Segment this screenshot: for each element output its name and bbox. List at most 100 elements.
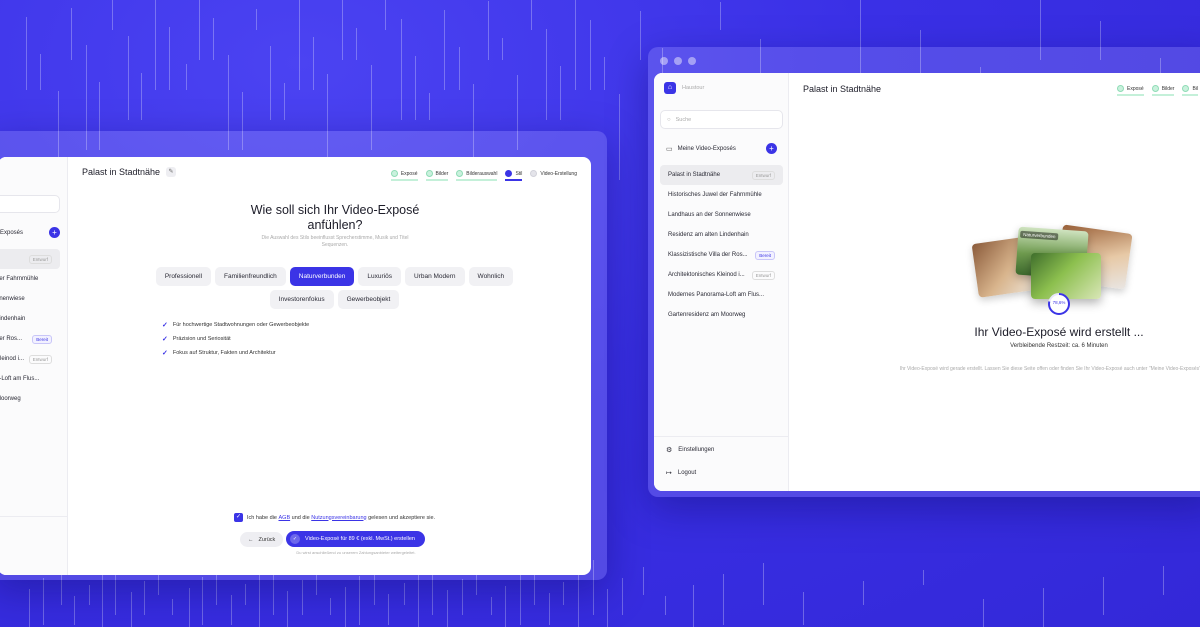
left-sidebar-divider [0, 516, 68, 517]
step-label: Video-Erstellung [540, 170, 577, 177]
style-chip[interactable]: Urban Modern [404, 267, 465, 286]
payment-footnote: Du wirst anschließend zu unserem Zahlung… [296, 550, 416, 555]
step-item[interactable]: Stil [505, 170, 523, 181]
arrow-left-icon: ← [248, 536, 254, 543]
remaining-time: Verbleibende Restzeit: ca. 6 Minuten [1010, 343, 1108, 349]
left-sidebar-item[interactable]: der Fahrnmühle [0, 269, 60, 289]
step-item[interactable]: Exposé [1117, 85, 1144, 96]
right-sidebar-item[interactable]: Palast in Stadtnähe Entwurf [660, 165, 783, 185]
back-button[interactable]: ← Zurück [240, 532, 284, 547]
status-badge: Entwurf [751, 270, 775, 280]
status-title: Ihr Video-Exposé wird erstellt ... [974, 325, 1144, 339]
right-search-input[interactable]: ○ Suche [660, 110, 783, 129]
right-page-title: Palast in Stadtnähe [803, 84, 882, 94]
consent-text-post: gelesen und akzeptiere sie. [368, 514, 436, 521]
terms-link[interactable]: Nutzungsvereinbarung [311, 515, 366, 521]
step-label: Exposé [400, 170, 418, 177]
right-sidebar-item[interactable]: Historisches Juwel der Fahrnmühle [660, 185, 783, 205]
style-chip[interactable]: Wohnlich [468, 267, 514, 286]
left-main: Palast in Stadtnähe ✎ Exposé Bilder Bilder… [68, 157, 591, 575]
right-app-window: ⌂ Haustour ○ Suche ▭ Meine Video-Exposés… [648, 47, 1200, 497]
right-add-expose-button[interactable]: + [766, 143, 777, 154]
left-sidebar-section: Exposés + [0, 227, 60, 238]
right-stepper: Exposé Bilder Bil [1109, 85, 1199, 96]
left-sidebar-item[interactable]: Moorweg [0, 389, 60, 409]
right-sidebar-item[interactable]: Modernes Panorama-Loft am Flus... [660, 285, 783, 305]
settings-label: Einstellungen [678, 447, 715, 453]
right-sidebar-item[interactable]: Residenz am alten Lindenhain [660, 225, 783, 245]
info-text: Ihr Video-Exposé wird gerade erstellt. L… [899, 366, 1200, 372]
right-main: Palast in Stadtnähe Exposé Bilder Bil Natu… [789, 73, 1200, 491]
feature-text: Fokus auf Struktur, Fakten und Architekt… [172, 350, 276, 356]
window-minimize-dot[interactable] [674, 57, 682, 65]
feature-item: ✓ Fokus auf Struktur, Fakten und Architek… [162, 349, 309, 357]
step-item[interactable]: Video-Erstellung [530, 170, 577, 181]
step-item[interactable]: Bilder [1151, 85, 1175, 96]
step-check-icon [1151, 85, 1159, 92]
settings-item[interactable]: ⚙ Einstellungen [666, 446, 714, 454]
step-check-icon [390, 170, 398, 177]
feature-list: ✓ Für hochwertige Stadtwohnungen oder Gew… [162, 321, 309, 363]
logout-icon: ↦ [666, 470, 672, 477]
window-maximize-dot[interactable] [688, 57, 696, 65]
left-app-window: Exposés + Entwurf der Fahrnmühle nnenwiese… [0, 131, 607, 580]
edit-icon[interactable]: ✎ [166, 167, 177, 177]
question-title: Wie soll sich Ihr Video-Exposé anfühlen? [250, 203, 420, 232]
left-sidebar-item[interactable]: Entwurf [0, 249, 60, 269]
step-item[interactable]: Exposé [390, 170, 418, 181]
right-app-screen: ⌂ Haustour ○ Suche ▭ Meine Video-Exposés… [654, 73, 1200, 491]
step-item[interactable]: Bilderauswahl [456, 170, 498, 181]
style-chip[interactable]: Gewerbeobjekt [337, 290, 400, 309]
left-sidebar-item-label: der Ros... [0, 336, 23, 342]
right-sidebar-item[interactable]: Architektonisches Kleinod i... Entwurf [660, 265, 783, 285]
left-sidebar-item[interactable]: der Ros... Bereit [0, 329, 60, 349]
agb-link[interactable]: AGB [279, 515, 291, 521]
left-sidebar-item-label: Kleinod i... [0, 356, 25, 362]
right-sidebar-item-label: Modernes Panorama-Loft am Flus... [668, 292, 765, 298]
style-chip[interactable]: Investorenfokus [269, 290, 334, 309]
card-style-label: Naturverbunden [1019, 230, 1059, 241]
search-placeholder: Suche [675, 116, 692, 123]
step-item[interactable]: Bilder [425, 170, 449, 181]
back-button-label: Zurück [258, 536, 276, 543]
style-chip[interactable]: Familienfreundlich [215, 267, 286, 286]
left-sidebar-item[interactable]: nnenwiese [0, 289, 60, 309]
right-sidebar-item-label: Gartenresidenz am Moorweg [668, 312, 746, 318]
step-check-icon [505, 170, 513, 177]
left-sidebar-item-label: a-Loft am Flus... [0, 376, 40, 382]
consent-text-pre: Ich habe die [247, 514, 277, 521]
window-close-dot[interactable] [660, 57, 668, 65]
brand: ⌂ Haustour [664, 82, 704, 94]
house-logo-icon: ⌂ [664, 82, 676, 94]
style-chip[interactable]: Luxuriös [358, 267, 401, 286]
right-sidebar-item-label: Klassizistische Villa der Ros... [668, 252, 748, 258]
left-stepper: Exposé Bilder Bilderauswahl Stil Video-Erste… [383, 170, 577, 181]
left-sidebar-item[interactable]: Lindenhain [0, 309, 60, 329]
right-sidebar-item-label: Palast in Stadtnähe [668, 172, 721, 178]
right-sidebar-item-label: Landhaus an der Sonnenwiese [668, 212, 751, 218]
progress-percent: 78,6% [1052, 300, 1066, 305]
right-sidebar-item[interactable]: Gartenresidenz am Moorweg [660, 305, 783, 325]
left-add-expose-button[interactable]: + [49, 227, 60, 238]
create-video-button[interactable]: ✓ Video-Exposé für 89 € (exkl. MwSt.) er… [286, 531, 425, 547]
left-sidebar-item[interactable]: a-Loft am Flus... [0, 369, 60, 389]
right-sidebar-item[interactable]: Landhaus an der Sonnenwiese [660, 205, 783, 225]
left-search-input[interactable] [0, 195, 60, 213]
style-chip[interactable]: Naturverbunden [289, 267, 355, 286]
question-subtitle: Die Auswahl des Stils beeinflusst Sprech… [261, 235, 409, 248]
right-sidebar-list: Palast in Stadtnähe Entwurf Historisches J… [660, 165, 783, 325]
left-sidebar-item[interactable]: Kleinod i...Entwurf [0, 349, 60, 369]
style-chips-row-2: Investorenfokus Gewerbeobjekt [68, 288, 591, 309]
style-chip[interactable]: Professionell [155, 267, 212, 286]
logout-item[interactable]: ↦ Logout [666, 469, 696, 477]
status-badge: Bereit [755, 250, 775, 260]
status-badge: Entwurf [751, 170, 775, 180]
step-label: Bilder [1161, 85, 1175, 92]
right-sidebar-item[interactable]: Klassizistische Villa der Ros... Bereit [660, 245, 783, 265]
consent-checkbox[interactable]: ✓ [234, 513, 243, 522]
folder-icon: ▭ [666, 145, 673, 153]
create-button-label: Video-Exposé für 89 € (exkl. MwSt.) erst… [305, 536, 415, 542]
step-item[interactable]: Bil [1182, 85, 1199, 96]
step-label: Bil [1192, 85, 1199, 92]
step-label: Exposé [1127, 85, 1144, 92]
